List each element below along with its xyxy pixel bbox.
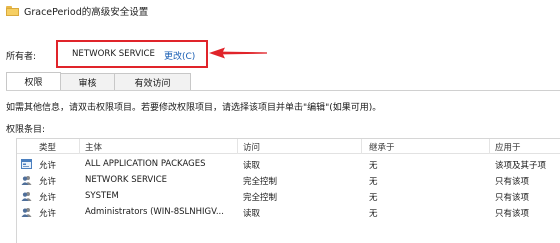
users-icon [21,192,32,201]
header-access[interactable]: 访问 [243,141,260,153]
cell-inherited-from: 无 [369,209,378,219]
cell-applies-to: 该项及其子项 [495,161,547,171]
cell-inherited-from: 无 [369,193,378,203]
cell-principal: Administrators (WIN-8SLNHIGV... [85,207,224,217]
app-packages-icon [21,159,32,169]
table-row[interactable]: 允许 Administrators (WIN-8SLNHIGV... 读取 无 … [17,205,560,220]
cell-access: 读取 [243,161,261,171]
owner-name: NETWORK SERVICE [72,49,155,59]
cell-access: 完全控制 [243,177,278,187]
cell-type: 允许 [39,177,57,187]
cell-principal: NETWORK SERVICE [85,175,168,185]
permission-entries-table: 类型 主体 访问 继承于 应用于 允许 ALL APPLICATION PACK… [16,138,560,243]
window-title: GracePeriod的高级安全设置 [24,7,149,18]
tab-auditing[interactable]: 审核 [60,73,115,90]
header-principal[interactable]: 主体 [85,141,102,153]
folder-icon [6,6,19,16]
cell-inherited-from: 无 [369,161,378,171]
owner-label: 所有者: [6,52,37,62]
table-row[interactable]: 允许 NETWORK SERVICE 完全控制 无 只有该项 [17,173,560,188]
users-icon [21,176,32,185]
tab-strip: 权限 审核 有效访问 [6,72,191,90]
tab-label: 权限 [24,78,43,88]
tab-divider [6,90,560,91]
tab-effective-access[interactable]: 有效访问 [114,73,191,90]
cell-principal: ALL APPLICATION PACKAGES [85,159,206,169]
header-applies-to[interactable]: 应用于 [495,141,521,153]
arrow-left-icon [209,47,267,59]
users-icon [21,208,32,217]
header-inherited-from[interactable]: 继承于 [369,141,395,153]
cell-access: 读取 [243,209,261,219]
header-type[interactable]: 类型 [39,141,56,153]
cell-inherited-from: 无 [369,177,378,187]
tab-permissions[interactable]: 权限 [6,72,61,90]
change-owner-link[interactable]: 更改(C) [164,49,195,62]
cell-type: 允许 [39,193,57,203]
cell-applies-to: 只有该项 [495,193,530,203]
title-bar: GracePeriod的高级安全设置 [0,0,560,22]
table-row[interactable]: 允许 ALL APPLICATION PACKAGES 读取 无 该项及其子项 [17,157,560,172]
cell-type: 允许 [39,209,57,219]
tab-label: 有效访问 [134,78,171,89]
cell-type: 允许 [39,161,57,171]
table-row[interactable]: 允许 SYSTEM 完全控制 无 只有该项 [17,189,560,204]
cell-principal: SYSTEM [85,191,119,201]
permission-entries-label: 权限条目: [6,125,46,135]
tab-label: 审核 [78,78,97,89]
cell-applies-to: 只有该项 [495,177,530,187]
table-header: 类型 主体 访问 继承于 应用于 [17,139,560,154]
info-text: 如需其他信息，请双击权限项目。若要修改权限项目，请选择该项目并单击"编辑"(如果… [6,103,382,113]
cell-access: 完全控制 [243,193,278,203]
cell-applies-to: 只有该项 [495,209,530,219]
